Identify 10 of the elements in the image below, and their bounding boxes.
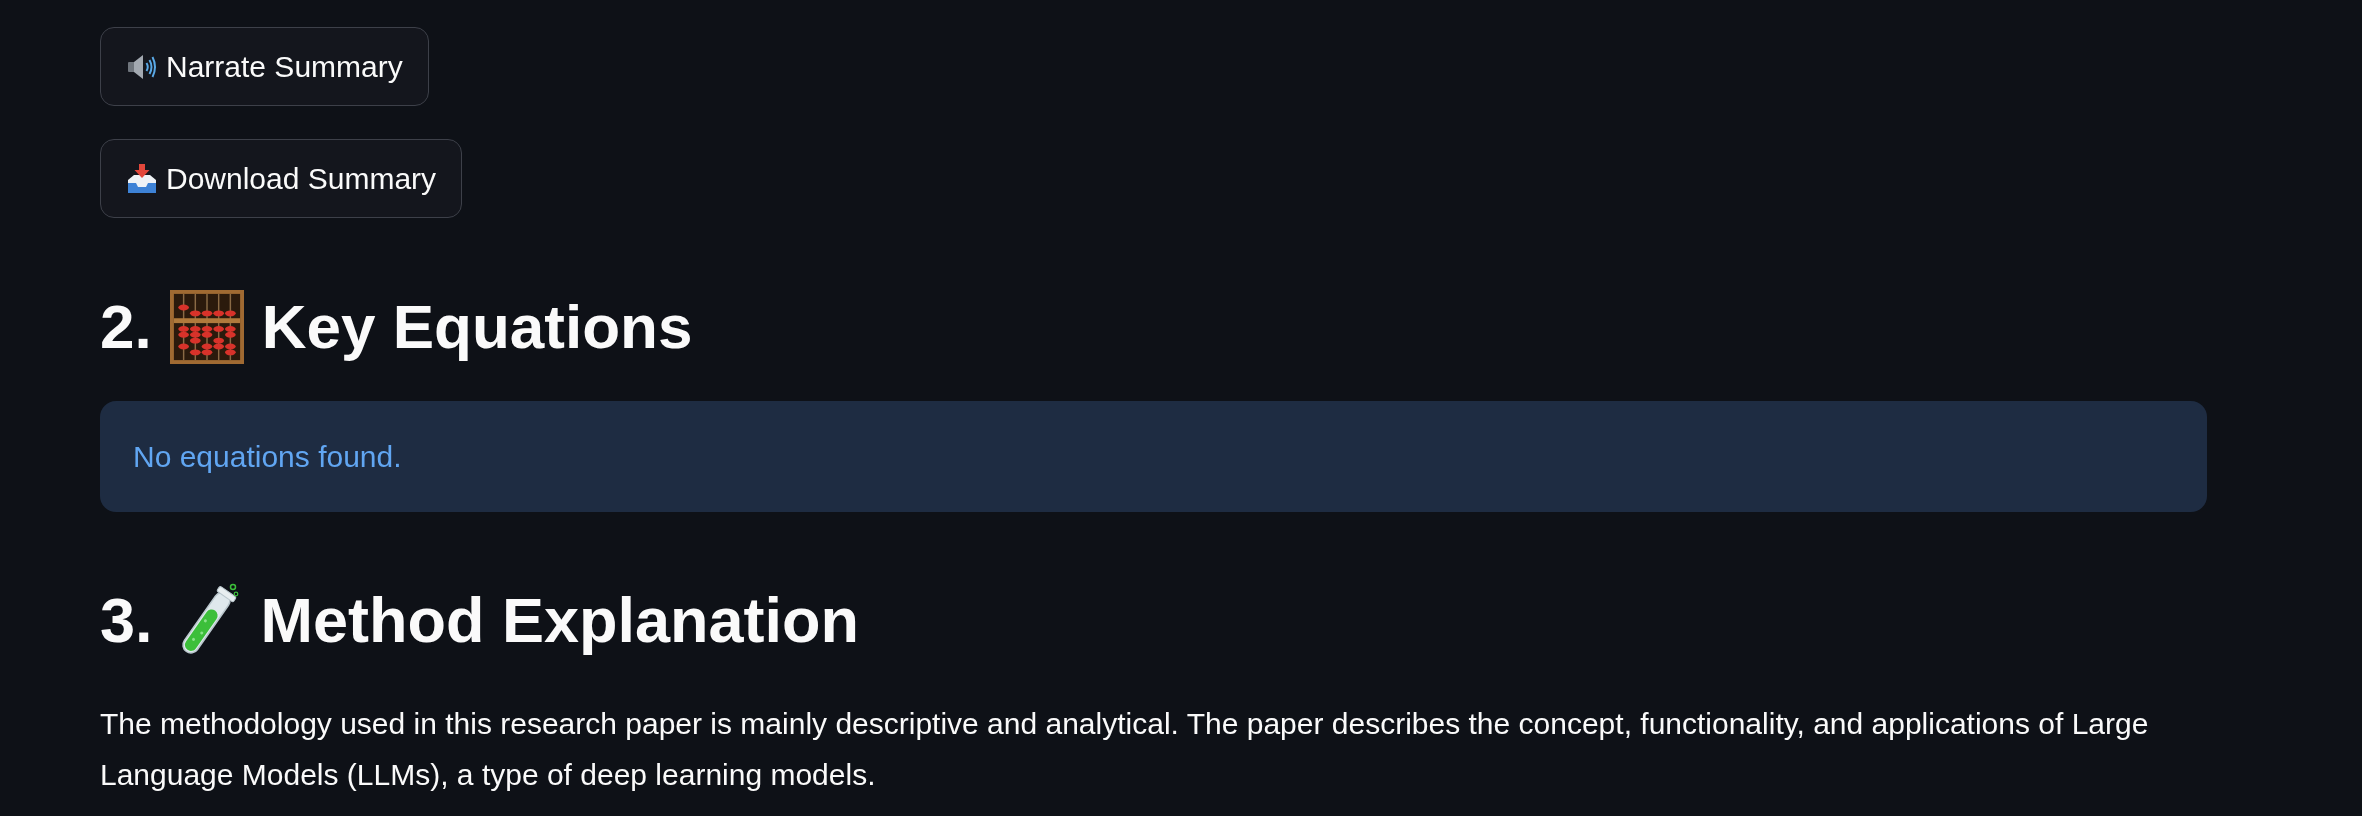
section-heading: Key Equations — [261, 291, 693, 363]
abacus-icon — [169, 290, 244, 364]
heading-number: 3. — [100, 584, 153, 657]
inbox-tray-icon — [126, 162, 158, 195]
method-paragraph: The methodology used in this research paper is mainly descriptive and analytical. The paper describes the concept, functionality, and applications of Large Language Models (LLMs), a type of deep learning models. — [100, 706, 2150, 793]
section-heading: Method Explanation — [260, 584, 860, 657]
download-button[interactable]: Download Summary — [100, 139, 463, 218]
heading-number: 2. — [100, 291, 152, 363]
info-message: No equations found. — [133, 439, 402, 474]
narrate-button[interactable]: Narrate Summary — [100, 27, 429, 106]
